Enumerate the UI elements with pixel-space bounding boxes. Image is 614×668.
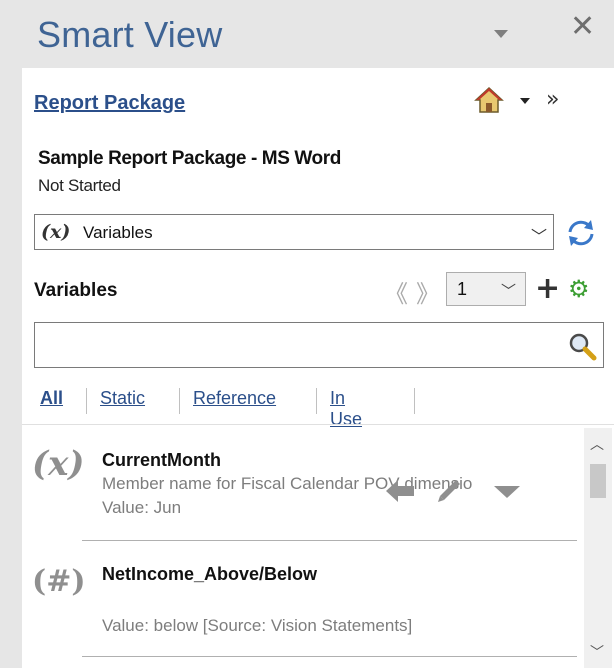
smart-view-panel: Smart View ✕ Report Package » Sample Rep… (0, 0, 614, 668)
scroll-up-icon[interactable]: ︿ (590, 434, 604, 454)
number-variable-icon: (#) (32, 564, 86, 599)
search-icon[interactable] (567, 331, 597, 361)
previous-page-icon[interactable]: 《 (384, 274, 408, 309)
variables-list: (x) CurrentMonth Member name for Fiscal … (22, 428, 614, 668)
package-name: Sample Report Package - MS Word (38, 148, 341, 169)
tab-separator (86, 388, 87, 414)
tab-all[interactable]: All (40, 388, 63, 409)
variables-selector-value: Variables (83, 223, 153, 242)
arrow-left-icon[interactable] (386, 480, 414, 502)
next-page-icon[interactable]: 》 (416, 274, 440, 309)
home-icon[interactable] (474, 86, 504, 114)
refresh-icon[interactable] (564, 218, 598, 248)
item-name: NetIncome_Above/Below (102, 564, 318, 584)
scrollbar[interactable]: ︿ ﹀ (584, 428, 612, 668)
item-menu-dropdown-icon[interactable] (494, 486, 520, 498)
page-selector-value: 1 (457, 279, 468, 299)
tab-separator (179, 388, 180, 414)
scroll-down-icon[interactable]: ﹀ (590, 642, 604, 662)
tab-static[interactable]: Static (100, 388, 145, 409)
header-dropdown-icon[interactable] (520, 98, 530, 104)
tab-reference[interactable]: Reference (193, 388, 276, 409)
page-selector[interactable]: 1 ﹀ (446, 272, 526, 306)
tab-separator (414, 388, 415, 414)
tab-separator (316, 388, 317, 414)
panel-title: Smart View (37, 14, 223, 55)
scroll-thumb[interactable] (590, 464, 606, 498)
item-name: CurrentMonth (102, 450, 221, 470)
package-status: Not Started (38, 176, 121, 195)
search-field[interactable] (34, 322, 604, 368)
item-value: Value: Jun (102, 498, 182, 517)
variables-selector[interactable]: (x) Variables ﹀ (34, 214, 554, 250)
report-package-link[interactable]: Report Package (34, 92, 185, 115)
pencil-icon[interactable] (436, 476, 462, 504)
panel-menu-dropdown-icon[interactable] (494, 30, 508, 38)
panel-content: Report Package » Sample Report Package -… (22, 68, 614, 668)
divider (82, 540, 577, 541)
divider (22, 424, 614, 425)
close-icon[interactable]: ✕ (570, 12, 595, 42)
variable-icon: (x) (41, 221, 71, 243)
chevron-double-right-icon[interactable]: » (546, 87, 559, 112)
chevron-down-icon: ﹀ (501, 283, 517, 300)
add-icon[interactable]: + (535, 274, 560, 304)
item-value: Value: below [Source: Vision Statements] (102, 616, 413, 635)
gear-icon[interactable]: ⚙ (568, 275, 590, 303)
variable-icon: (x) (32, 444, 85, 484)
divider (82, 656, 577, 657)
chevron-down-icon: ﹀ (531, 229, 548, 246)
variables-heading: Variables (34, 280, 118, 301)
